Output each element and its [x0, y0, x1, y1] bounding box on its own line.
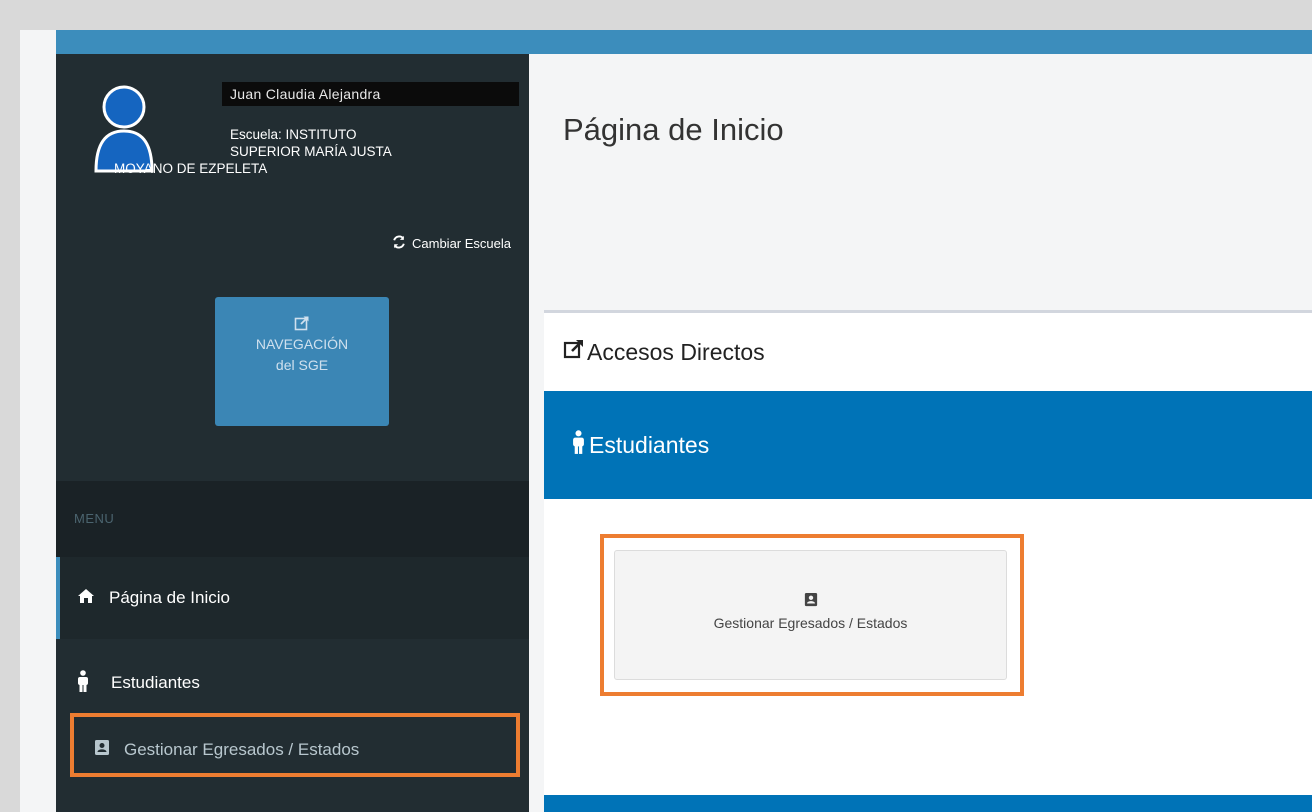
- sidebar-item-home[interactable]: Página de Inicio: [56, 557, 529, 639]
- panel-header: Accesos Directos: [544, 313, 1312, 391]
- sidebar: Juan Claudia Alejandra Escuela: INSTITUT…: [56, 30, 529, 812]
- panel-title: Accesos Directos: [587, 338, 765, 365]
- user-name: Juan Claudia Alejandra: [222, 82, 519, 106]
- refresh-icon: [392, 235, 406, 252]
- male-icon: [77, 669, 89, 697]
- sge-navigation-button[interactable]: NAVEGACIÓN del SGE: [215, 297, 389, 426]
- change-school-link[interactable]: Cambiar Escuela: [392, 235, 511, 252]
- home-icon: [77, 588, 95, 609]
- main-topbar: [529, 30, 1312, 54]
- estudiantes-section-header: Estudiantes: [544, 391, 1312, 499]
- page-title: Página de Inicio: [563, 112, 784, 147]
- sidebar-item-label: Página de Inicio: [109, 588, 230, 607]
- change-school-label: Cambiar Escuela: [412, 236, 511, 251]
- tile-label: Gestionar Egresados / Estados: [713, 615, 908, 631]
- male-icon: [572, 430, 589, 460]
- sidebar-item-gestionar-egresados[interactable]: Gestionar Egresados / Estados: [56, 730, 529, 770]
- school-info: Escuela: INSTITUTO SUPERIOR MARÍA JUSTA …: [114, 126, 474, 177]
- school-line-3: MOYANO DE EZPELETA: [114, 161, 268, 176]
- menu-header: MENU: [56, 481, 529, 557]
- app-window: Juan Claudia Alejandra Escuela: INSTITUT…: [20, 30, 1312, 812]
- sidebar-item-label: Gestionar Egresados / Estados: [124, 740, 360, 759]
- sge-navigation-line2: del SGE: [275, 357, 329, 373]
- contact-card-icon: [615, 592, 1006, 607]
- external-link-icon: [563, 338, 587, 366]
- sge-navigation-line1: NAVEGACIÓN: [255, 336, 349, 352]
- school-line-1: Escuela: INSTITUTO: [230, 127, 357, 142]
- contact-card-icon: [94, 739, 110, 761]
- panel-bottom-bar: [544, 795, 1312, 812]
- external-link-icon: [215, 315, 389, 331]
- section-title: Estudiantes: [589, 431, 710, 458]
- gestionar-egresados-tile[interactable]: Gestionar Egresados / Estados: [614, 550, 1007, 680]
- sidebar-item-estudiantes[interactable]: Estudiantes: [56, 666, 529, 700]
- school-line-2: SUPERIOR MARÍA JUSTA: [230, 144, 392, 159]
- sidebar-topbar: [56, 30, 529, 54]
- sidebar-item-label: Estudiantes: [111, 673, 200, 692]
